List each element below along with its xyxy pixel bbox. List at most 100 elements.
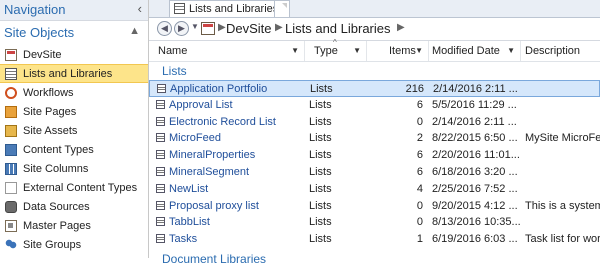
- nav-item-label: Site Columns: [23, 162, 89, 175]
- nav-item-label: Site Groups: [23, 238, 82, 251]
- breadcrumb-separator-icon[interactable]: ▶: [218, 22, 226, 33]
- table-row[interactable]: Proposal proxy list Lists 0 9/20/2015 4:…: [149, 198, 600, 215]
- list-icon: [156, 234, 165, 244]
- nav-item-data-sources[interactable]: Data Sources: [0, 197, 148, 216]
- site-objects-label: Site Objects: [4, 25, 75, 40]
- column-header-modified-date[interactable]: Modified Date ▼: [429, 41, 521, 61]
- nav-item-label: Data Sources: [23, 200, 90, 213]
- breadcrumb-page[interactable]: Lists and Libraries: [285, 21, 391, 36]
- list-type: Lists: [309, 199, 332, 212]
- nav-item-site-groups[interactable]: Site Groups: [0, 235, 148, 254]
- nav-item-external-content-types[interactable]: External Content Types: [0, 178, 148, 197]
- list-name[interactable]: Approval List: [156, 97, 304, 114]
- list-modified: 8/13/2016 10:35...: [432, 216, 520, 229]
- list-modified: 2/14/2016 2:11 ...: [433, 83, 518, 95]
- nav-item-content-types[interactable]: Content Types: [0, 140, 148, 159]
- list-modified: 2/14/2016 2:11 ...: [432, 115, 517, 128]
- list-name[interactable]: Tasks: [156, 231, 304, 248]
- list-type: Lists: [309, 165, 332, 178]
- list-name-text: Tasks: [169, 233, 198, 246]
- site-groups-icon: [5, 238, 17, 251]
- list-modified: 5/5/2016 11:29 ...: [432, 98, 517, 111]
- table-row[interactable]: MineralSegment Lists 6 6/18/2016 3:20 ..…: [149, 164, 600, 181]
- list-icon: [156, 166, 165, 176]
- list-modified: 9/20/2015 4:12 ...: [432, 199, 518, 212]
- table-row[interactable]: TabbList Lists 0 8/13/2016 10:35...: [149, 214, 600, 231]
- list-items: 1: [416, 233, 423, 246]
- list-items: 6: [416, 165, 423, 178]
- site-icon: [201, 22, 215, 35]
- group-header-document-libraries[interactable]: Document Libraries: [162, 252, 266, 266]
- column-label: Description: [525, 45, 581, 57]
- filter-dropdown-icon[interactable]: ▼: [507, 41, 515, 61]
- list-modified: 2/20/2016 11:01...: [432, 149, 520, 162]
- table-row[interactable]: Tasks Lists 1 6/19/2016 6:03 ... Task li…: [149, 231, 600, 248]
- filter-dropdown-icon[interactable]: ▼: [353, 41, 361, 61]
- column-label: Name: [158, 45, 188, 57]
- list-type: Lists: [309, 115, 332, 128]
- column-header-items[interactable]: Items ▼: [367, 41, 429, 61]
- column-header-description[interactable]: Description: [521, 41, 600, 61]
- list-name-text: MineralSegment: [169, 165, 250, 178]
- history-dropdown-icon[interactable]: ▼: [191, 22, 199, 31]
- table-row[interactable]: Application Portfolio Lists 216 2/14/201…: [149, 80, 600, 97]
- nav-item-devsite[interactable]: DevSite: [0, 45, 148, 64]
- site-objects-header[interactable]: Site Objects ▲: [0, 24, 148, 42]
- nav-item-workflows[interactable]: Workflows: [0, 83, 148, 102]
- column-header-type[interactable]: Type ▼: [305, 33, 367, 61]
- breadcrumb-separator-icon[interactable]: ▶: [397, 22, 405, 33]
- list-modified: 6/19/2016 6:03 ...: [432, 233, 518, 246]
- nav-item-master-pages[interactable]: Master Pages: [0, 216, 148, 235]
- back-button[interactable]: ◀: [157, 21, 172, 36]
- list-icon: [156, 99, 165, 109]
- navigation-pane: Navigation ‹ Site Objects ▲ DevSite List…: [0, 0, 149, 258]
- collapse-navigation-icon[interactable]: ‹: [138, 1, 142, 16]
- table-row[interactable]: MicroFeed Lists 2 8/22/2015 6:50 ... MyS…: [149, 130, 600, 147]
- tab-lists-and-libraries[interactable]: Lists and Libraries: [169, 0, 286, 17]
- navigation-header: Navigation ‹: [0, 0, 148, 21]
- list-name[interactable]: TabbList: [156, 214, 304, 231]
- list-items: 216: [405, 83, 424, 95]
- list-name-text: Application Portfolio: [170, 83, 268, 95]
- nav-item-site-pages[interactable]: Site Pages: [0, 102, 148, 121]
- list-type: Lists: [309, 233, 332, 246]
- table-row[interactable]: MineralProperties Lists 6 2/20/2016 11:0…: [149, 147, 600, 164]
- nav-item-site-columns[interactable]: Site Columns: [0, 159, 148, 178]
- list-name[interactable]: MineralSegment: [156, 164, 304, 181]
- group-header-lists[interactable]: Lists: [162, 64, 187, 78]
- nav-item-label: DevSite: [23, 48, 62, 61]
- lists-icon: [174, 3, 185, 14]
- list-name-text: TabbList: [169, 216, 210, 229]
- master-pages-icon: [5, 219, 17, 232]
- table-row[interactable]: NewList Lists 4 2/25/2016 7:52 ...: [149, 181, 600, 198]
- column-label: Items: [389, 45, 416, 57]
- list-name[interactable]: MineralProperties: [156, 147, 304, 164]
- breadcrumb-bar: ◀ ▶ ▼ ▶ DevSite ▶ Lists and Libraries ▶: [149, 18, 600, 41]
- tab-devsite-home[interactable]: [274, 0, 290, 17]
- table-row[interactable]: Electronic Record List Lists 0 2/14/2016…: [149, 114, 600, 131]
- filter-dropdown-icon[interactable]: ▼: [415, 41, 423, 61]
- breadcrumb-site[interactable]: DevSite: [226, 21, 272, 36]
- filter-dropdown-icon[interactable]: ▼: [291, 41, 299, 61]
- list-name[interactable]: Application Portfolio: [157, 81, 305, 98]
- list-name[interactable]: Electronic Record List: [156, 114, 304, 131]
- list-icon: [156, 150, 165, 160]
- nav-item-lists-and-libraries[interactable]: Lists and Libraries: [0, 64, 148, 83]
- column-label: Modified Date: [432, 45, 500, 57]
- list-name[interactable]: NewList: [156, 181, 304, 198]
- list-name[interactable]: MicroFeed: [156, 130, 304, 147]
- nav-item-label: Site Assets: [23, 124, 78, 137]
- breadcrumb-separator-icon[interactable]: ▶: [275, 22, 283, 33]
- list-icon: [156, 183, 165, 193]
- table-row[interactable]: Approval List Lists 6 5/5/2016 11:29 ...: [149, 97, 600, 114]
- workflow-icon: [5, 86, 17, 99]
- nav-item-site-assets[interactable]: Site Assets: [0, 121, 148, 140]
- column-header-name[interactable]: Name ▼: [149, 41, 305, 61]
- site-pages-icon: [5, 105, 17, 118]
- forward-button[interactable]: ▶: [174, 21, 189, 36]
- pin-icon[interactable]: ▲: [129, 25, 140, 37]
- lists-icon: [5, 67, 17, 80]
- nav-item-label: External Content Types: [23, 181, 138, 194]
- list-name[interactable]: Proposal proxy list: [156, 198, 304, 215]
- site-columns-icon: [5, 162, 17, 175]
